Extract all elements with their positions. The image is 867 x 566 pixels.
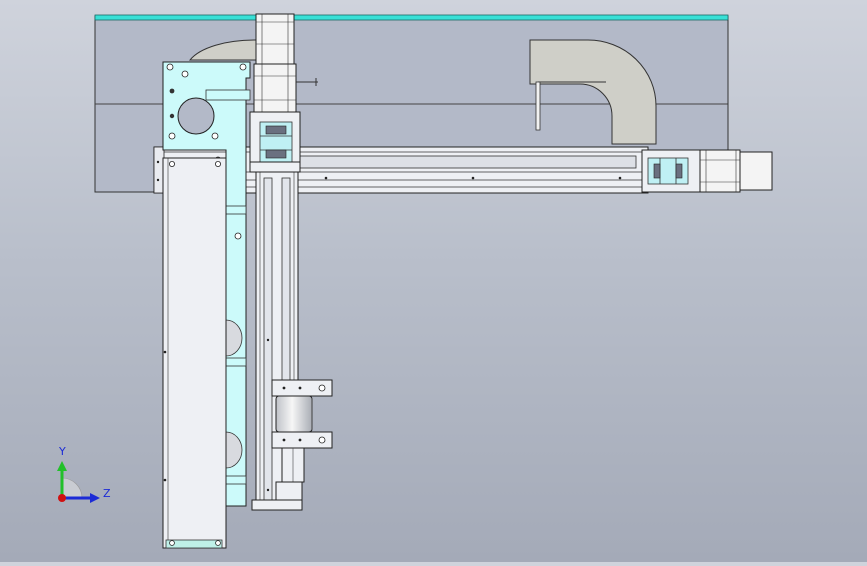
gripper-assembly[interactable] [271,379,333,501]
axis-triad-icon: Y Z [57,445,111,503]
coupling-block-top[interactable] [249,111,301,173]
triad-origin [58,494,66,502]
motor-right[interactable] [699,149,773,193]
carriage-plate[interactable] [162,157,227,549]
coupling-block-right[interactable] [641,149,701,193]
axis-label-y: Y [58,445,66,458]
axis-label-z: Z [103,487,111,500]
assembly-drawing[interactable]: Y Z [0,0,867,562]
cad-viewport[interactable]: Y Z [0,0,867,562]
frame-top-strip [94,14,729,21]
plate-bore [177,97,215,135]
